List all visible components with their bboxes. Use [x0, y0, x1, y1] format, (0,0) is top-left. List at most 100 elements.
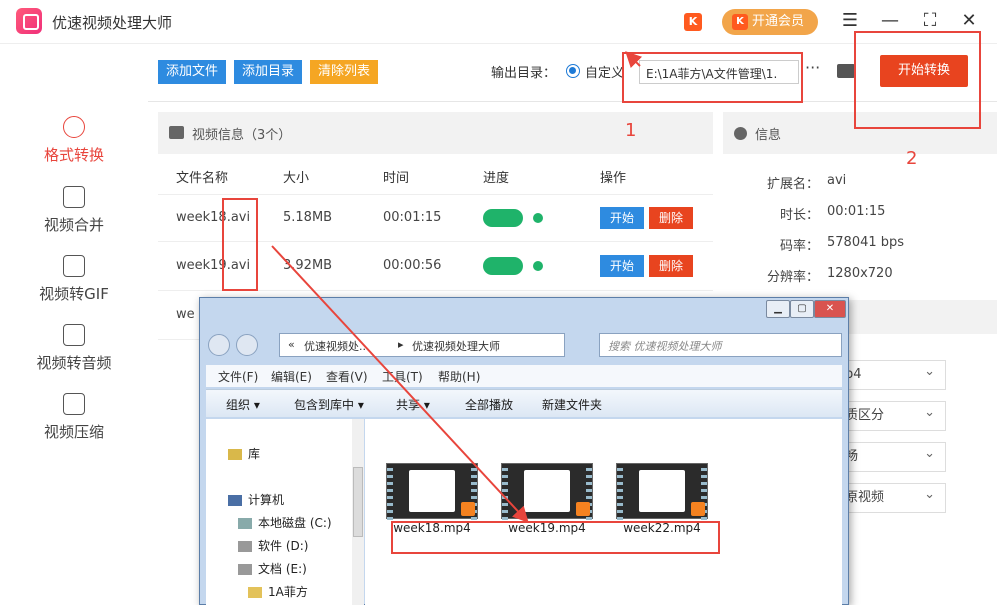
column-header: 时间: [383, 171, 410, 186]
nav-drive-d[interactable]: 软件 (D:): [238, 537, 308, 554]
sidebar-item-format-convert[interactable]: 格式转换: [0, 116, 148, 165]
add-folder-button[interactable]: 添加目录: [234, 60, 303, 84]
info-value: 1280x720: [827, 266, 893, 281]
folder-icon[interactable]: [837, 64, 855, 78]
info-key: 扩展名：: [766, 177, 819, 192]
nav-library[interactable]: 库: [228, 445, 260, 462]
sidebar-item-label: 视频合并: [43, 216, 104, 234]
video-thumbnail: [501, 463, 593, 520]
include-library-button[interactable]: 包含到库中 ▾: [294, 396, 364, 413]
quality-select[interactable]: 质区分: [838, 401, 946, 431]
nav-computer[interactable]: 计算机: [228, 491, 284, 508]
file-explorer-window: ▁ ▢ ✕ « 优速视频处... ▸ 优速视频处理大师 搜索 优速视频处理大师 …: [199, 297, 849, 605]
nav-label: 本地磁盘 (C:): [258, 516, 332, 530]
forward-icon[interactable]: [236, 334, 258, 356]
compress-icon: [63, 393, 85, 415]
clear-list-button[interactable]: 清除列表: [310, 60, 379, 84]
address-bar[interactable]: « 优速视频处... ▸ 优速视频处理大师: [279, 333, 565, 357]
annotation-box-path: [622, 52, 803, 103]
sidebar-item-video-to-audio[interactable]: 视频转音频: [0, 324, 148, 373]
more-button[interactable]: ···: [805, 58, 820, 77]
file-size: 5.18MB: [283, 210, 333, 225]
search-input[interactable]: 搜索 优速视频处理大师: [599, 333, 842, 357]
row-start-button[interactable]: 开始: [600, 255, 644, 277]
info-key: 码率：: [779, 239, 819, 254]
column-header: 文件名称: [176, 171, 229, 186]
merge-icon: [63, 186, 85, 208]
sidebar-item-video-to-gif[interactable]: 视频转GIF: [0, 255, 148, 304]
minimize-icon[interactable]: —: [878, 9, 902, 33]
breadcrumb-item[interactable]: 优速视频处理大师: [412, 338, 500, 354]
organize-button[interactable]: 组织 ▾: [226, 396, 260, 413]
sidebar: 格式转换 视频合并 视频转GIF 视频转音频 视频压缩: [0, 44, 148, 605]
fluency-select[interactable]: 畅: [838, 442, 946, 472]
breadcrumb-item[interactable]: 优速视频处...: [304, 338, 370, 354]
info-value: avi: [827, 173, 847, 188]
file-time: 00:01:15: [383, 210, 442, 225]
annotation-number: 1: [625, 120, 637, 141]
app-title: 优速视频处理大师: [52, 14, 173, 32]
ex-close-icon[interactable]: ✕: [814, 300, 846, 318]
sidebar-item-video-merge[interactable]: 视频合并: [0, 186, 148, 235]
new-folder-button[interactable]: 新建文件夹: [542, 396, 602, 413]
sidebar-item-label: 视频转GIF: [39, 285, 109, 303]
scrollbar-thumb[interactable]: [353, 467, 363, 537]
menu-tools[interactable]: 工具(T): [382, 368, 423, 385]
row-start-button[interactable]: 开始: [600, 207, 644, 229]
resolution-select[interactable]: 原视频: [838, 483, 946, 513]
share-button[interactable]: 共享 ▾: [396, 396, 430, 413]
check-icon: [533, 213, 543, 223]
format-select[interactable]: p4: [838, 360, 946, 390]
custom-radio[interactable]: [566, 64, 580, 78]
back-icon[interactable]: [208, 334, 230, 356]
scrollbar[interactable]: [352, 419, 364, 605]
breadcrumb-back: «: [288, 338, 295, 351]
maximize-icon[interactable]: ⛶: [918, 9, 942, 33]
nav-label: 计算机: [248, 493, 285, 507]
column-header: 操作: [600, 171, 627, 186]
annotation-box-files: [391, 521, 720, 554]
computer-icon: [228, 495, 242, 506]
drive-icon: [238, 518, 252, 529]
close-icon[interactable]: ✕: [957, 9, 981, 33]
sidebar-item-label: 视频压缩: [43, 423, 104, 441]
k-icon[interactable]: K: [684, 13, 702, 31]
annotation-number: 2: [906, 148, 918, 169]
sidebar-item-label: 视频转音频: [36, 354, 112, 372]
row-delete-button[interactable]: 删除: [649, 207, 693, 229]
menu-edit[interactable]: 编辑(E): [271, 368, 312, 385]
play-icon: [576, 502, 590, 516]
drive-icon: [238, 541, 252, 552]
play-all-button[interactable]: 全部播放: [465, 396, 513, 413]
sidebar-item-video-compress[interactable]: 视频压缩: [0, 393, 148, 442]
progress-bar: [483, 209, 523, 227]
ex-maximize-icon[interactable]: ▢: [790, 300, 814, 318]
column-header: 大小: [283, 171, 310, 186]
file-size: 3.92MB: [283, 258, 333, 273]
nav-folder[interactable]: 1A菲方: [248, 583, 308, 600]
info-value: 00:01:15: [827, 204, 886, 219]
nav-drive-c[interactable]: 本地磁盘 (C:): [238, 514, 332, 531]
add-file-button[interactable]: 添加文件: [158, 60, 227, 84]
vip-button[interactable]: 开通会员: [722, 9, 818, 35]
nav-label: 文档 (E:): [258, 562, 307, 576]
annotation-box-ext: [222, 198, 258, 291]
video-thumbnail: [616, 463, 708, 520]
ex-minimize-icon[interactable]: ▁: [766, 300, 790, 318]
column-header: 进度: [483, 171, 510, 186]
nav-label: 软件 (D:): [258, 539, 309, 553]
gif-icon: [63, 255, 85, 277]
nav-drive-e[interactable]: 文档 (E:): [238, 560, 307, 577]
custom-label: 自定义: [585, 66, 625, 81]
info-value: 578041 bps: [827, 235, 905, 250]
command-bar: 组织 ▾ 包含到库中 ▾ 共享 ▾ 全部播放 新建文件夹: [206, 389, 842, 417]
gear-icon: [734, 127, 747, 140]
menu-file[interactable]: 文件(F): [218, 368, 258, 385]
sidebar-item-label: 格式转换: [43, 146, 104, 164]
menu-icon[interactable]: ☰: [838, 9, 862, 33]
row-delete-button[interactable]: 删除: [649, 255, 693, 277]
file-time: 00:00:56: [383, 258, 442, 273]
menu-view[interactable]: 查看(V): [326, 368, 368, 385]
file-area: week18.mp4 week19.mp4 week22.mp4: [365, 419, 842, 605]
menu-help[interactable]: 帮助(H): [438, 368, 480, 385]
